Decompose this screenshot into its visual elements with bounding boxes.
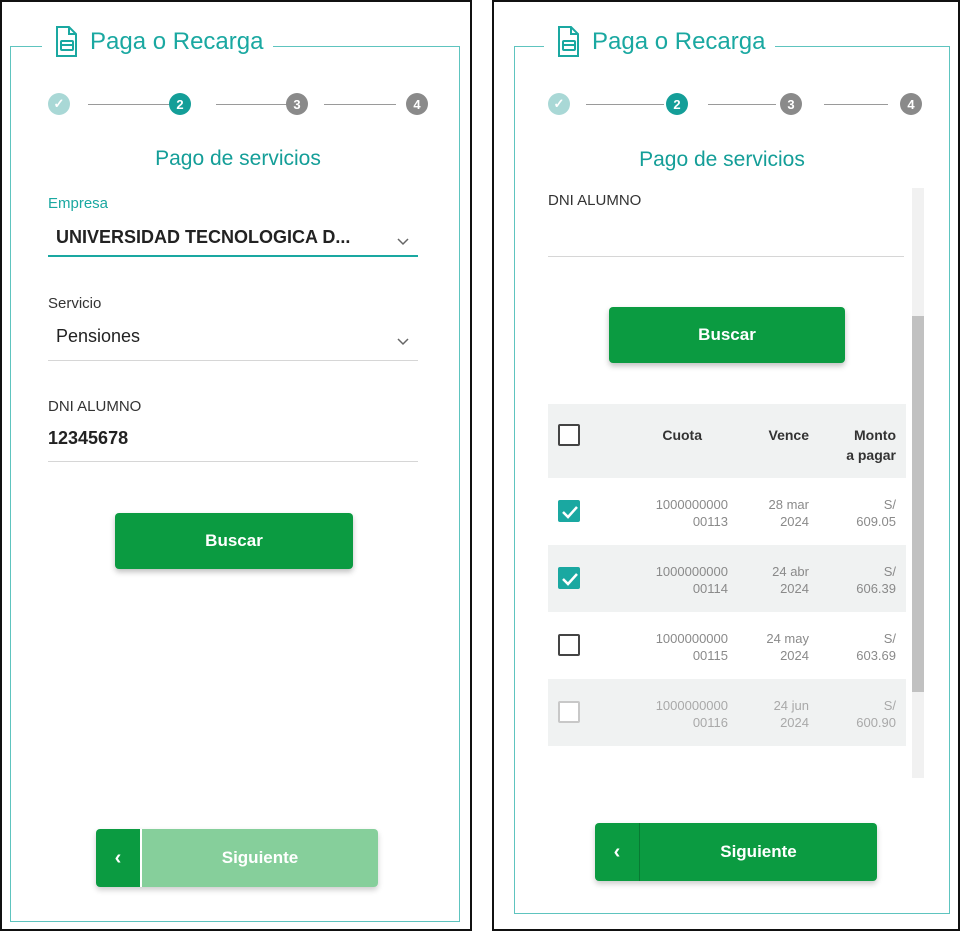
section-title: Pago de servicios: [155, 147, 321, 170]
step-1-done: ✓: [548, 93, 570, 115]
next-button-group: ‹ Siguiente: [595, 823, 877, 881]
scrollbar-thumb[interactable]: [912, 316, 924, 692]
step-3: 3: [780, 93, 802, 115]
step-connector: [708, 104, 776, 105]
cell-cuota: 1000000000 00116: [655, 698, 728, 730]
table-row: 1000000000 00114 24 abr 2024 S/ 606.39: [548, 545, 906, 612]
step-3: 3: [286, 93, 308, 115]
check-icon: [562, 506, 578, 519]
step-connector: [88, 104, 180, 105]
cell-monto: S/ 606.39: [856, 564, 896, 596]
table-row: 1000000000 00113 28 mar 2024 S/ 609.05: [548, 478, 906, 545]
search-button[interactable]: Buscar: [609, 307, 845, 363]
servicio-underline: [48, 360, 418, 361]
cell-vence: 24 abr 2024: [772, 564, 809, 596]
dni-label: DNI ALUMNO: [548, 192, 642, 209]
step-connector: [586, 104, 664, 105]
chevron-left-icon: ‹: [114, 846, 122, 869]
stepper: ✓ 2 3 4: [548, 93, 928, 119]
servicio-label: Servicio: [48, 295, 102, 312]
servicio-select[interactable]: Pensiones: [56, 326, 140, 347]
step-2-active: 2: [169, 93, 191, 115]
document-card-icon: [54, 26, 78, 58]
cell-monto: S/ 600.90: [856, 698, 896, 730]
cell-monto: S/ 609.05: [856, 497, 896, 529]
cell-cuota: 1000000000 00113: [655, 497, 728, 529]
table-row: 1000000000 00116 24 jun 2024 S/ 600.90: [548, 679, 906, 746]
dni-label: DNI ALUMNO: [48, 398, 142, 415]
form-frame: [10, 46, 460, 922]
cell-vence: 24 may 2024: [766, 631, 809, 663]
payment-form-results: Paga o Recarga ✓ 2 3 4 Pago de servicios…: [492, 0, 960, 931]
next-button[interactable]: Siguiente: [140, 829, 378, 887]
cell-vence: 24 jun 2024: [773, 698, 809, 730]
next-button[interactable]: Siguiente: [639, 823, 877, 881]
document-card-icon: [556, 26, 580, 58]
step-connector: [824, 104, 888, 105]
row-checkbox[interactable]: [558, 634, 580, 656]
next-button-group: ‹ Siguiente: [96, 829, 378, 887]
table-row: 1000000000 00115 24 may 2024 S/ 603.69: [548, 612, 906, 679]
header: Paga o Recarga: [42, 20, 274, 64]
quotas-table: Cuota Vence Monto a pagar 1000000000 001…: [548, 404, 906, 746]
chevron-down-icon[interactable]: [396, 337, 410, 347]
cell-cuota: 1000000000 00115: [655, 631, 728, 663]
header-monto: Monto a pagar: [846, 427, 896, 463]
row-checkbox: [558, 701, 580, 723]
back-button[interactable]: ‹: [595, 823, 639, 881]
search-button[interactable]: Buscar: [115, 513, 353, 569]
cell-monto: S/ 603.69: [856, 631, 896, 663]
section-title: Pago de servicios: [639, 148, 805, 171]
page-title: Paga o Recarga: [592, 28, 766, 55]
header: Paga o Recarga: [544, 20, 776, 64]
header-cuota: Cuota: [662, 427, 702, 443]
dni-input[interactable]: 12345678: [48, 428, 128, 449]
chevron-left-icon: ‹: [613, 840, 621, 863]
step-connector: [216, 104, 288, 105]
dni-underline: [48, 461, 418, 462]
select-all-checkbox[interactable]: [558, 424, 580, 446]
empresa-select[interactable]: UNIVERSIDAD TECNOLOGICA D...: [56, 227, 350, 248]
step-4: 4: [406, 93, 428, 115]
page-title: Paga o Recarga: [90, 28, 264, 55]
step-2-active: 2: [666, 93, 688, 115]
empresa-label: Empresa: [48, 195, 109, 212]
table-header: Cuota Vence Monto a pagar: [548, 404, 906, 478]
check-icon: [562, 573, 578, 586]
scrollbar[interactable]: [912, 188, 924, 778]
dni-input[interactable]: [548, 256, 904, 257]
cell-cuota: 1000000000 00114: [655, 564, 728, 596]
step-1-done: ✓: [48, 93, 70, 115]
step-connector: [324, 104, 396, 105]
chevron-down-icon[interactable]: [396, 237, 410, 247]
row-checkbox[interactable]: [558, 500, 580, 522]
stepper: ✓ 2 3 4: [48, 93, 428, 119]
header-vence: Vence: [768, 427, 809, 443]
payment-form-initial: Paga o Recarga ✓ 2 3 4 Pago de servicios…: [0, 0, 472, 931]
step-4: 4: [900, 93, 922, 115]
back-button[interactable]: ‹: [96, 829, 140, 887]
empresa-underline: [48, 255, 418, 257]
cell-vence: 28 mar 2024: [768, 497, 809, 529]
row-checkbox[interactable]: [558, 567, 580, 589]
